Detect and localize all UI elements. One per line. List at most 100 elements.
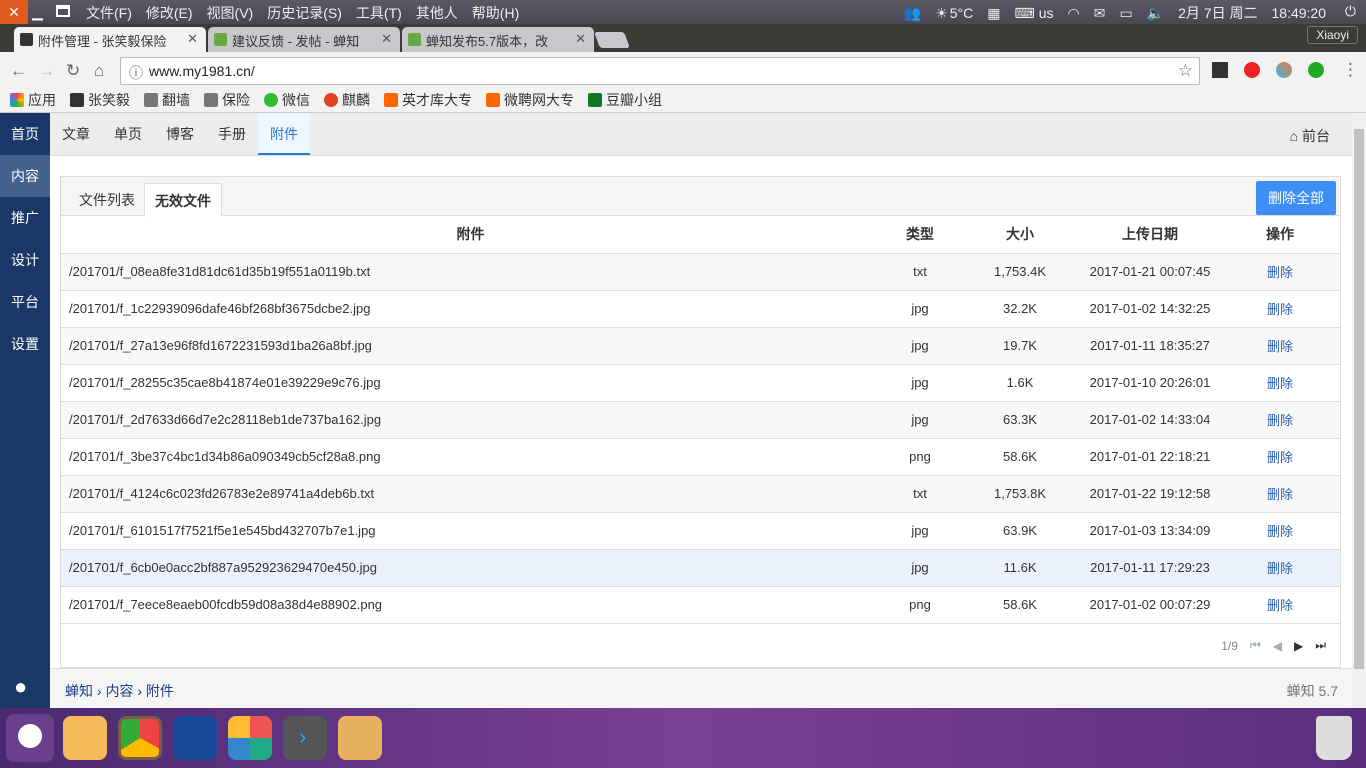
tab-manual[interactable]: 手册	[206, 113, 258, 155]
tab-pages[interactable]: 单页	[102, 113, 154, 155]
browser-tab-feedback[interactable]: 建议反馈 - 发帖 - 蝉知 ✕	[208, 27, 400, 52]
menu-history[interactable]: 历史记录(S)	[267, 3, 342, 23]
battery-icon[interactable]: ▭	[1119, 5, 1132, 22]
sidebar-item-home[interactable]: 首页	[0, 113, 50, 155]
date[interactable]: 2月 7日 周二	[1178, 3, 1257, 23]
delete-link[interactable]: 删除	[1220, 401, 1340, 439]
delete-link[interactable]: 删除	[1220, 327, 1340, 365]
weather-icon[interactable]: ☀	[935, 5, 948, 22]
bookmark-wechat[interactable]: 微信	[264, 90, 310, 110]
volume-icon[interactable]: 🔈	[1147, 5, 1164, 22]
bookmark-zhang[interactable]: 张笑毅	[70, 90, 130, 110]
keyboard-layout[interactable]: us	[1039, 5, 1054, 21]
keyboard-icon[interactable]: ⌨	[1015, 5, 1035, 22]
qq-icon[interactable]	[173, 716, 217, 760]
trash-icon[interactable]	[1316, 716, 1352, 760]
sidebar-item-design[interactable]: 设计	[0, 239, 50, 281]
close-tab-icon[interactable]: ✕	[187, 31, 198, 47]
forward-icon[interactable]: →	[38, 61, 55, 81]
page-scrollbar[interactable]	[1352, 113, 1366, 708]
qr-code-icon[interactable]	[1212, 62, 1228, 78]
breadcrumb-chanzhi[interactable]: 蝉知	[65, 683, 93, 699]
clock[interactable]: 18:49:20	[1272, 5, 1327, 21]
bookmark-weipin[interactable]: 微聘网大专	[486, 90, 574, 110]
archive-installer-icon[interactable]	[338, 716, 382, 760]
last-page-icon[interactable]: ⏭	[1315, 638, 1326, 653]
frontend-link[interactable]: ⌂ 前台	[1290, 126, 1330, 146]
close-window-button[interactable]: ✕	[0, 0, 28, 24]
sidebar-item-promote[interactable]: 推广	[0, 197, 50, 239]
files-icon[interactable]	[63, 716, 107, 760]
tab-invalid-files[interactable]: 无效文件	[144, 183, 222, 217]
tab-blog[interactable]: 博客	[154, 113, 206, 155]
tab-file-list[interactable]: 文件列表	[69, 183, 145, 216]
home-icon[interactable]: ⌂	[94, 61, 104, 81]
next-page-icon[interactable]: ▶	[1294, 639, 1303, 653]
terminal-icon[interactable]: ›	[283, 716, 327, 760]
breadcrumb-attachments[interactable]: 附件	[146, 683, 174, 699]
menu-view[interactable]: 视图(V)	[207, 3, 254, 23]
prev-page-icon[interactable]: ◀	[1273, 639, 1282, 653]
people-icon[interactable]: 👥	[904, 5, 921, 22]
sidebar-item-content[interactable]: 内容	[0, 155, 50, 197]
info-icon[interactable]: ⓘ	[129, 63, 143, 83]
star-icon[interactable]: ☆	[1178, 61, 1193, 81]
new-tab-button[interactable]	[594, 32, 630, 48]
browser-tab-release[interactable]: 蝉知发布5.7版本，改 ✕	[402, 27, 594, 52]
more-menu-icon[interactable]: ⋮	[1342, 60, 1359, 80]
scrollbar-thumb[interactable]	[1354, 129, 1364, 669]
delete-link[interactable]: 删除	[1220, 549, 1340, 587]
file-type: png	[880, 438, 960, 476]
bookmark-apps[interactable]: 应用	[10, 90, 56, 110]
back-icon[interactable]: ←	[10, 61, 27, 81]
tab-attachments[interactable]: 附件	[258, 113, 310, 155]
table-row: /201701/f_08ea8fe31d81dc61d35b19f551a011…	[61, 253, 1340, 291]
menu-people[interactable]: 其他人	[416, 3, 458, 23]
profile-button[interactable]: Xiaoyi	[1307, 26, 1358, 44]
bookmark-kylin[interactable]: 麒麟	[324, 90, 370, 110]
delete-link[interactable]: 删除	[1220, 475, 1340, 513]
version-label: 蝉知 5.7	[1286, 683, 1338, 699]
delete-link[interactable]: 删除	[1220, 290, 1340, 328]
sidebar-item-settings[interactable]: 设置	[0, 323, 50, 365]
extension-green-icon[interactable]	[1308, 62, 1324, 78]
first-page-icon[interactable]: ⏮	[1250, 638, 1261, 653]
delete-all-button[interactable]: 删除全部	[1256, 181, 1336, 215]
wifi-icon[interactable]: ◠	[1068, 5, 1080, 22]
calendar-icon[interactable]: ▦	[987, 5, 1000, 22]
power-icon[interactable]: ⏻	[1345, 3, 1356, 20]
calculator-icon[interactable]	[228, 716, 272, 760]
menu-edit[interactable]: 修改(E)	[146, 3, 193, 23]
browser-tab-attachments[interactable]: 附件管理 - 张笑毅保险 ✕	[14, 27, 206, 52]
extension-pinwheel-icon[interactable]	[1276, 62, 1292, 78]
delete-link[interactable]: 删除	[1220, 438, 1340, 476]
bookmark-yingcai[interactable]: 英才库大专	[384, 90, 472, 110]
delete-link[interactable]: 删除	[1220, 512, 1340, 550]
bookmark-douban[interactable]: 豆瓣小组	[588, 90, 662, 110]
url-input[interactable]: ⓘ www.my1981.cn/ ☆	[120, 57, 1200, 85]
menu-tools[interactable]: 工具(T)	[356, 3, 402, 23]
file-type: txt	[880, 253, 960, 291]
ubuntu-launcher-icon[interactable]	[6, 714, 54, 762]
minimize-window-button[interactable]: ▁	[32, 4, 50, 21]
close-tab-icon[interactable]: ✕	[381, 31, 392, 47]
bookmark-folder-fanqiang[interactable]: 翻墙	[144, 90, 190, 110]
maximize-window-button[interactable]	[56, 5, 70, 17]
user-avatar-icon[interactable]: ●	[0, 668, 50, 708]
tab-articles[interactable]: 文章	[50, 113, 102, 155]
delete-link[interactable]: 删除	[1220, 253, 1340, 291]
bookmark-folder-baoxian[interactable]: 保险	[204, 90, 250, 110]
delete-link[interactable]: 删除	[1220, 586, 1340, 624]
reload-icon[interactable]: ↻	[66, 61, 80, 81]
mail-icon[interactable]: ✉	[1094, 5, 1106, 22]
menu-file[interactable]: 文件(F)	[86, 3, 132, 23]
close-tab-icon[interactable]: ✕	[575, 31, 586, 47]
file-type: png	[880, 586, 960, 624]
sidebar-item-platform[interactable]: 平台	[0, 281, 50, 323]
breadcrumb-content[interactable]: 内容	[105, 683, 133, 699]
chrome-icon[interactable]	[118, 716, 162, 760]
extension-red-icon[interactable]	[1244, 62, 1260, 78]
bookmark-label: 应用	[28, 92, 56, 108]
menu-help[interactable]: 帮助(H)	[472, 3, 519, 23]
delete-link[interactable]: 删除	[1220, 364, 1340, 402]
